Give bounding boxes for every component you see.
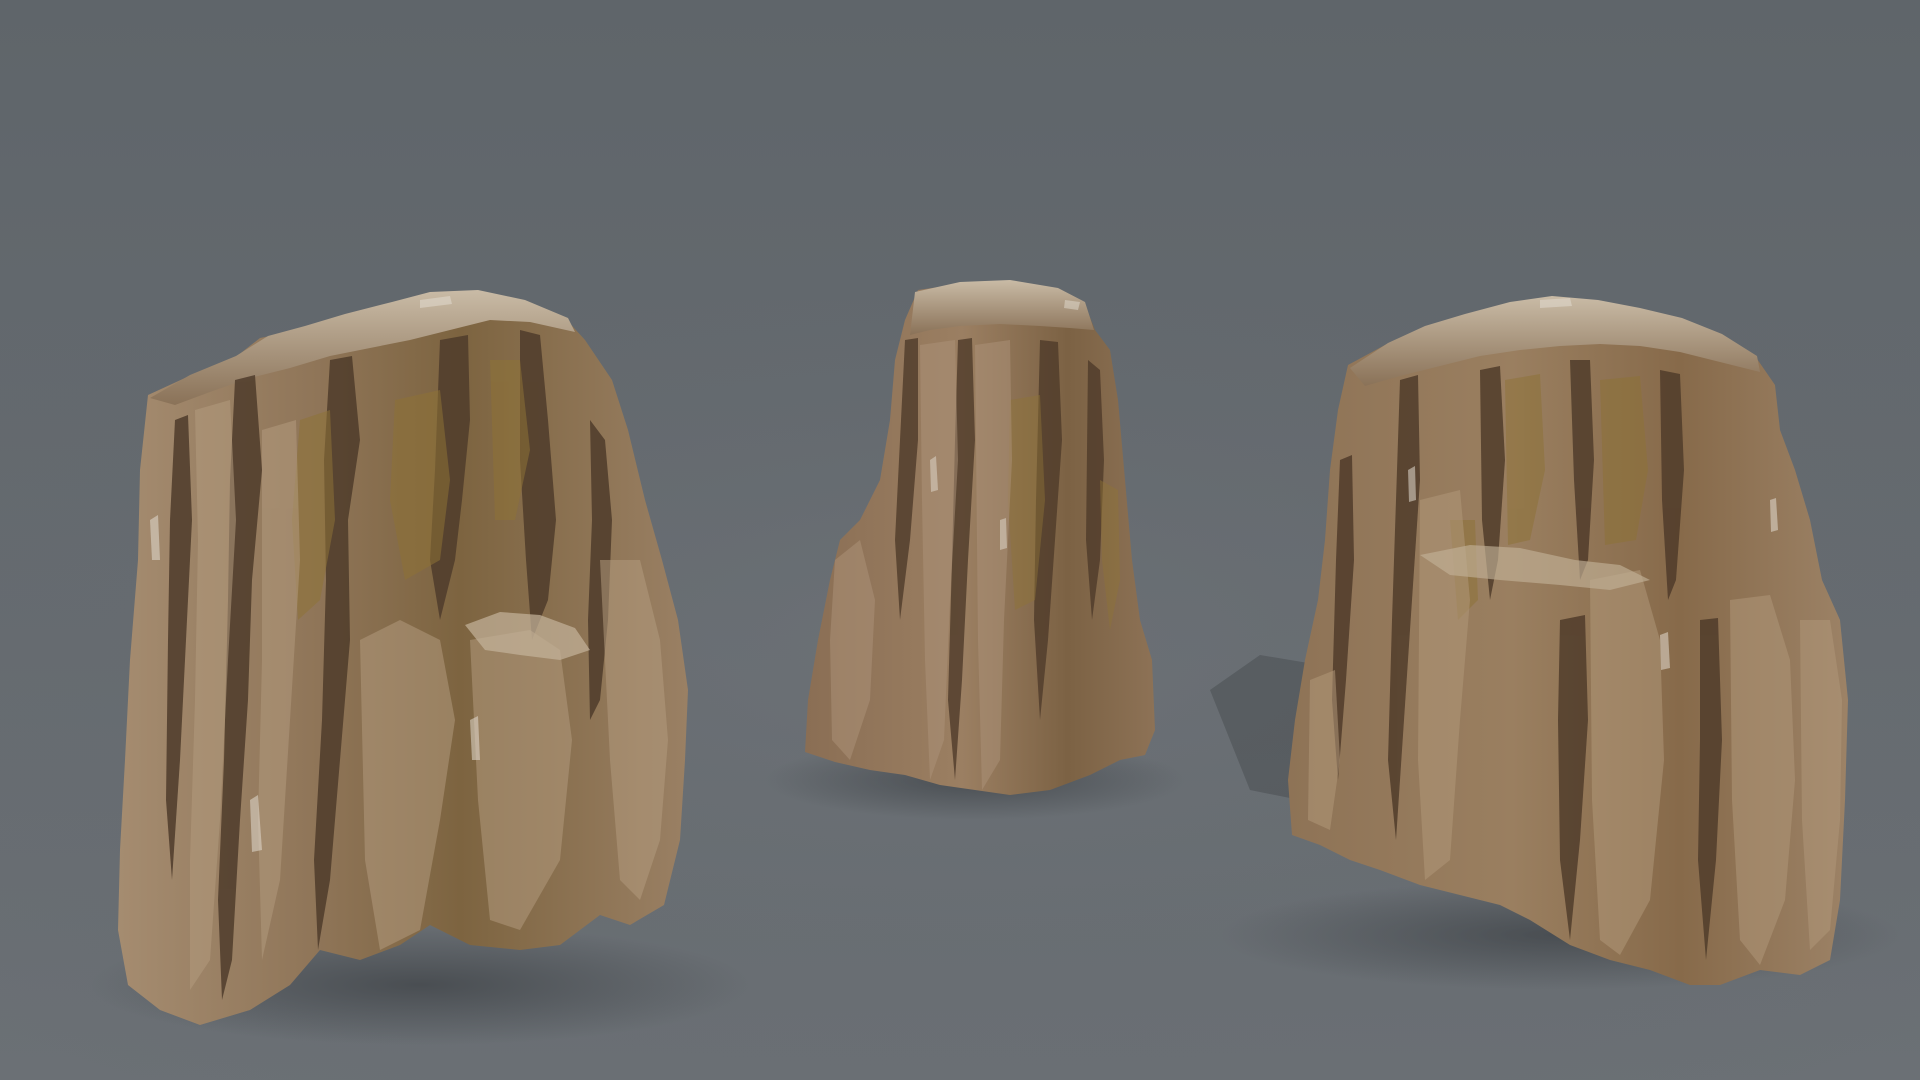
3d-viewport: [0, 0, 1920, 1080]
rock-formation-left: [118, 290, 688, 1025]
rock-scene: [0, 0, 1920, 1080]
